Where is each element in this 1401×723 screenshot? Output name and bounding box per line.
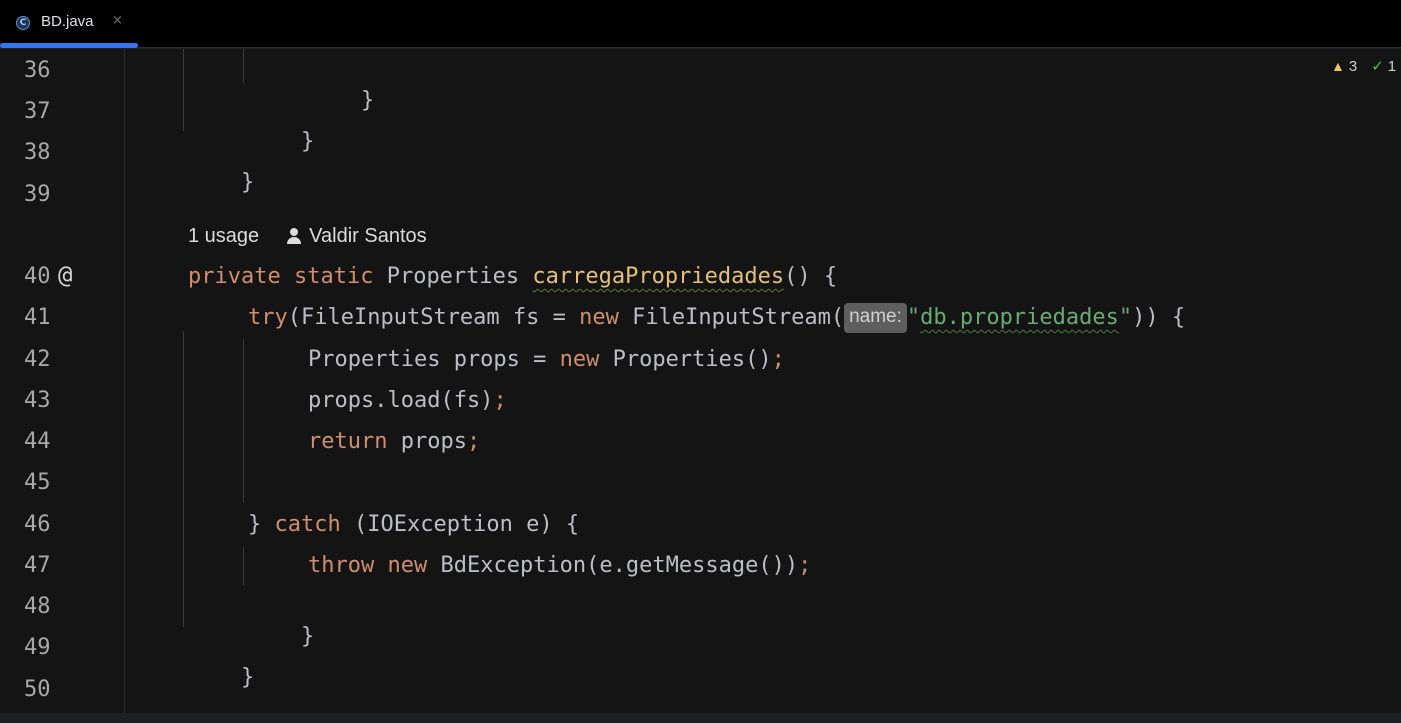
code-line-38: } — [188, 138, 254, 195]
keyword: throw — [308, 553, 375, 578]
code-line-49: } — [188, 633, 254, 690]
code-text: props — [387, 429, 467, 454]
code-vision-hints: 1 usage Valdir Santos — [188, 221, 427, 251]
brace: } — [300, 129, 315, 154]
author-link[interactable]: Valdir Santos — [309, 221, 426, 251]
code-line-43: props.load(fs); — [308, 386, 507, 416]
line-number: 41 — [24, 305, 51, 330]
indent-guide — [243, 547, 244, 585]
code-line-41: try(FileInputStream fs = new FileInputSt… — [248, 303, 1185, 333]
method-name: carregaPropriedades — [532, 264, 785, 289]
line-number: 36 — [24, 58, 51, 83]
close-icon[interactable]: × — [112, 13, 123, 28]
indent-guide — [183, 331, 184, 627]
string-quote: " — [1118, 305, 1133, 330]
semicolon: ; — [493, 388, 507, 413]
parameter-hint: name: — [844, 303, 907, 333]
type-name: Properties — [386, 264, 520, 289]
brace: } — [300, 624, 315, 649]
keyword: new — [579, 305, 619, 330]
code-text: FileInputStream( — [618, 305, 845, 330]
tab-label: BD.java — [41, 13, 94, 30]
line-number: 47 — [24, 553, 51, 578]
keyword: new — [559, 347, 600, 372]
active-tab-indicator — [0, 43, 138, 48]
keyword: catch — [274, 512, 341, 537]
line-number: 42 — [24, 347, 51, 372]
code-line-48: } — [248, 592, 314, 649]
keyword: try — [248, 305, 288, 330]
code-text: (FileInputStream fs = — [287, 305, 580, 330]
code-text: } — [248, 512, 275, 537]
person-icon — [287, 228, 302, 244]
code-text: Properties() — [599, 347, 772, 372]
code-text: (IOException e) { — [340, 512, 580, 537]
line-number: 50 — [24, 677, 51, 702]
line-number: 37 — [24, 99, 51, 124]
code-text: Properties props = — [308, 347, 560, 372]
code-line-44: return props; — [308, 427, 480, 457]
brace: } — [360, 88, 375, 113]
line-number-gutter: 36 37 38 39 40 @ 41 42 43 44 45 46 47 48… — [0, 49, 125, 713]
brace: } — [240, 665, 255, 690]
brace: } — [240, 170, 255, 195]
tab-bd-java[interactable]: C BD.java × — [0, 0, 138, 48]
semicolon: ; — [466, 429, 481, 454]
keyword: new — [387, 553, 428, 578]
check-count: 1 — [1387, 57, 1397, 75]
line-number: 46 — [24, 512, 51, 537]
line-number: 45 — [24, 470, 51, 495]
keyword: return — [308, 429, 388, 454]
editor-tab-bar: C BD.java × — [0, 0, 1401, 48]
code-text: props.load(fs) — [308, 388, 494, 413]
code-editor[interactable]: 36 37 38 39 40 @ 41 42 43 44 45 46 47 48… — [0, 49, 1401, 713]
check-icon: ✓ — [1371, 58, 1384, 75]
code-text: BdException(e.getMessage()) — [427, 553, 799, 578]
code-line-40: private static Properties carregaProprie… — [188, 262, 837, 292]
indent-guide — [243, 49, 244, 83]
code-line-36: } — [308, 56, 374, 113]
usages-link[interactable]: 1 usage — [188, 221, 259, 251]
line-number: 44 — [24, 429, 51, 454]
code-line-42: Properties props = new Properties(); — [308, 345, 785, 375]
implementation-marker-icon[interactable]: @ — [58, 260, 72, 290]
java-class-icon: C — [16, 16, 30, 30]
code-line-46: } catch (IOException e) { — [248, 510, 579, 540]
line-number: 39 — [24, 182, 51, 207]
indent-guide — [183, 49, 184, 131]
string-literal: db.propriedades — [920, 305, 1119, 330]
indent-guide — [243, 339, 244, 503]
warning-icon: ▲ — [1331, 58, 1345, 74]
keyword: static — [293, 264, 374, 289]
line-number: 43 — [24, 388, 51, 413]
keyword: private — [188, 264, 281, 289]
code-text: )) { — [1132, 305, 1186, 330]
line-number: 49 — [24, 635, 51, 660]
inspection-widget[interactable]: ▲ 3 ✓ 1 — [1331, 57, 1397, 76]
line-number: 48 — [24, 594, 51, 619]
semicolon: ; — [771, 347, 785, 372]
code-line-47: throw new BdException(e.getMessage()); — [308, 551, 811, 581]
string-quote: " — [906, 305, 921, 330]
code-line-37: } — [248, 97, 314, 154]
code-text: () { — [784, 264, 838, 289]
semicolon: ; — [798, 553, 812, 578]
line-number: 38 — [24, 140, 51, 165]
warning-count: 3 — [1348, 57, 1358, 75]
